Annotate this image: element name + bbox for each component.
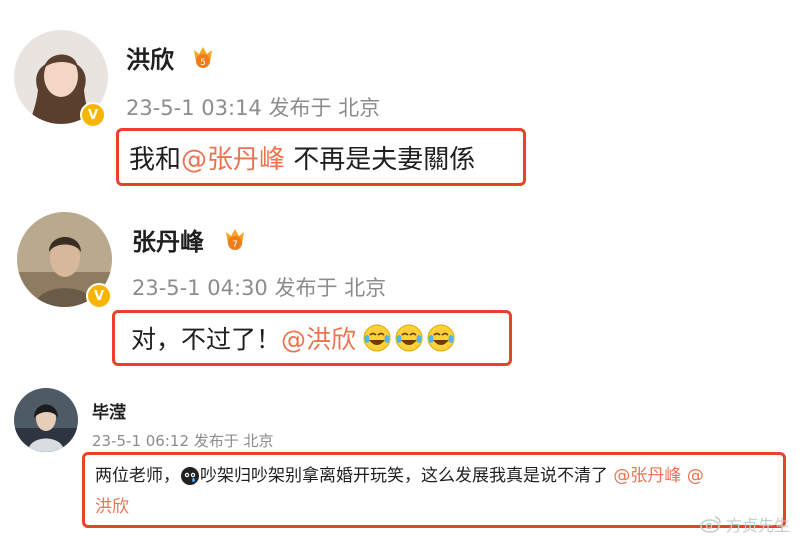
post-3: 毕滢 23-5-1 06:12 发布于 北京 两位老师， 吵架归吵架别拿离婚开玩笑… (0, 0, 800, 542)
black-cat-emoji-icon (181, 467, 199, 485)
post-timestamp: 23-5-1 06:12 发布于 北京 (92, 432, 274, 450)
post-content: 两位老师， 吵架归吵架别拿离婚开玩笑，这么发展我真是说不清了 @张丹峰 @ 洪欣 (95, 466, 704, 517)
post-content-highlight: 两位老师， 吵架归吵架别拿离婚开玩笑，这么发展我真是说不清了 @张丹峰 @ 洪欣 (82, 452, 786, 528)
weibo-logo-icon (700, 516, 721, 533)
author-name[interactable]: 毕滢 (92, 398, 126, 423)
avatar[interactable] (14, 388, 78, 452)
mention-link[interactable]: @张丹峰 (613, 466, 681, 486)
watermark: 方贞先生 (700, 512, 790, 536)
